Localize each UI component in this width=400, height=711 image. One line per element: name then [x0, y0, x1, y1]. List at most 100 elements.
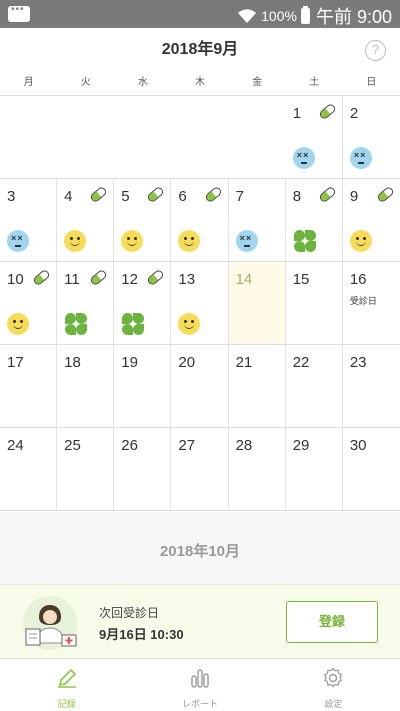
calendar-day[interactable]: 11	[57, 262, 115, 344]
calendar-day[interactable]: 15	[286, 262, 343, 344]
gear-icon	[324, 667, 343, 688]
calendar-day[interactable]: 20	[171, 345, 229, 427]
weekday-label: 火	[80, 77, 91, 88]
nav-item-report[interactable]: レポート	[133, 659, 266, 711]
smile-face-icon	[7, 313, 29, 335]
calendar-day[interactable]: 23	[343, 345, 400, 427]
calendar-blank-cell	[171, 96, 228, 178]
day-number: 19	[121, 354, 138, 371]
smile-face-icon	[121, 230, 144, 252]
weekday-label: 木	[194, 77, 205, 88]
weekday-label: 月	[23, 77, 34, 88]
calendar-day[interactable]: 16 受診日	[343, 262, 400, 344]
calendar-day[interactable]: 30	[343, 428, 400, 510]
calendar-day[interactable]: 22	[286, 345, 343, 427]
smile-face-icon	[349, 230, 372, 252]
calendar-day[interactable]: 1	[286, 96, 343, 178]
calendar-day[interactable]: 2	[343, 96, 400, 178]
appointment-day-label: 受診日	[349, 296, 377, 306]
calendar-week: 3 4 5 6 7 8 9	[0, 179, 400, 262]
day-number: 8	[292, 188, 302, 205]
weekday-label: 水	[137, 77, 148, 88]
help-icon[interactable]: ?	[365, 40, 386, 61]
calendar-day[interactable]: 6	[171, 179, 229, 261]
pencil-icon	[57, 668, 76, 688]
day-number: 1	[292, 105, 302, 122]
day-number: 11	[64, 271, 80, 288]
calendar-day[interactable]: 13	[171, 262, 229, 344]
calendar-day[interactable]: 7	[229, 179, 286, 261]
weekday-label: 土	[309, 77, 320, 88]
calendar-day[interactable]: 26	[114, 428, 172, 510]
calendar-day[interactable]: 12	[114, 262, 172, 344]
calendar-week: 24 25 26 27 28 29 30	[0, 428, 400, 511]
calendar-day[interactable]: 25	[57, 428, 115, 510]
day-number: 18	[64, 354, 81, 371]
next-month-title: 2018年10月	[159, 543, 241, 560]
clover-icon	[121, 312, 145, 336]
calendar-day[interactable]: 18	[57, 345, 115, 427]
day-number: 15	[292, 271, 310, 288]
status-right: 100% 午前 9:00	[237, 3, 392, 29]
calendar-day[interactable]: 8	[286, 179, 343, 261]
calendar-day[interactable]: 17	[0, 345, 58, 427]
day-number: 13	[178, 271, 196, 288]
medication-pill-icon	[376, 185, 395, 204]
status-bar: 100% 午前 9:00	[0, 0, 400, 28]
calendar-day[interactable]: 3	[0, 179, 58, 261]
weekday-header: 月火水木金土日	[0, 72, 400, 96]
next-appointment-label: 次回受診日	[99, 606, 160, 620]
doctor-illustration-icon	[23, 596, 77, 650]
calendar-day[interactable]: 5	[114, 179, 172, 261]
day-number: 29	[292, 437, 310, 454]
calendar-blank-cell	[57, 96, 114, 178]
day-number: 7	[235, 188, 244, 205]
calendar-grid: 12345678910111213141516受診日17181920212223…	[0, 96, 400, 511]
calendar-day[interactable]: 28	[229, 428, 286, 510]
day-number: 5	[121, 188, 130, 205]
calendar-day[interactable]: 21	[229, 345, 286, 427]
battery-percent: 100%	[261, 8, 297, 24]
day-number: 14	[235, 271, 253, 288]
register-button[interactable]: 登録	[286, 601, 378, 643]
medication-pill-icon	[146, 268, 166, 287]
clover-icon	[293, 229, 317, 253]
nav-item-record[interactable]: 記録	[0, 659, 133, 711]
smile-face-icon	[64, 230, 87, 252]
bottom-nav: 記録 レポート 設定	[0, 658, 400, 711]
calendar-day-today[interactable]: 14	[228, 262, 286, 344]
nav-label-settings: 設定	[324, 699, 343, 709]
calendar-day[interactable]: 10	[0, 262, 58, 344]
medication-pill-icon	[317, 185, 337, 204]
day-number: 21	[235, 354, 253, 371]
day-number: 30	[349, 437, 367, 454]
calendar-day[interactable]: 24	[0, 428, 58, 510]
calendar-day[interactable]: 27	[171, 428, 229, 510]
calendar-day[interactable]: 9	[343, 179, 400, 261]
weekday-label: 日	[366, 77, 377, 88]
day-number: 2	[349, 105, 359, 122]
weekday-label: 金	[252, 77, 263, 88]
calendar-week: 10 11 12 13 14 15 16 受診日	[0, 262, 400, 345]
day-number: 3	[7, 188, 16, 205]
nav-label-report: レポート	[181, 699, 218, 709]
calendar-day[interactable]: 4	[57, 179, 115, 261]
calendar-day[interactable]: 29	[286, 428, 343, 510]
day-number: 9	[349, 188, 359, 205]
calendar-blank-cell	[0, 96, 57, 178]
day-number: 16	[349, 271, 367, 288]
day-number: 26	[121, 437, 138, 454]
day-number: 12	[121, 271, 138, 288]
day-number: 22	[292, 354, 310, 371]
calendar-week: 17 18 19 20 21 22 23	[0, 345, 400, 428]
day-number: 20	[178, 354, 196, 371]
nav-item-settings[interactable]: 設定	[267, 659, 400, 711]
smile-face-icon	[178, 230, 201, 252]
next-appointment-banner: 次回受診日 9月16日 10:30 登録	[0, 584, 400, 658]
day-number: 6	[178, 188, 187, 205]
day-number: 10	[7, 271, 24, 288]
calendar-day[interactable]: 19	[114, 345, 172, 427]
clover-icon	[64, 312, 88, 336]
bar-chart-icon	[191, 669, 209, 688]
nav-label-record: 記録	[57, 699, 76, 709]
